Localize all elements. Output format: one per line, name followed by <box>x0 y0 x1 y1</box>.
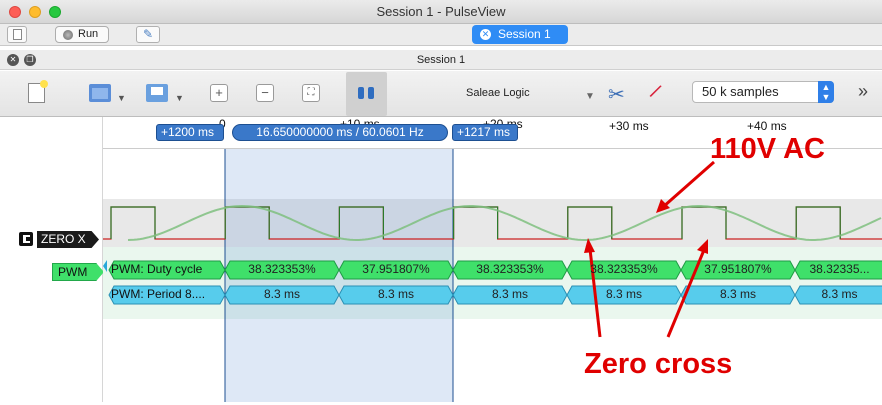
document-icon <box>13 29 22 40</box>
save-icon <box>151 87 163 95</box>
open-button[interactable] <box>89 84 111 102</box>
probe-icon[interactable]: / <box>647 81 663 104</box>
settings-button[interactable]: ✎ <box>136 26 160 43</box>
tick-label: +30 ms <box>609 119 649 133</box>
close-window-button[interactable] <box>9 6 21 18</box>
new-star-icon <box>40 80 48 88</box>
cursor-icon <box>358 87 364 99</box>
duty-cycle-value: 37.951807% <box>362 262 430 276</box>
channel-color-notch-cut <box>26 237 33 241</box>
waveform-area[interactable]: PWM: Duty cycle PWM: Period 8.... 38.323… <box>103 133 882 402</box>
main-toolbar: ▼ ▼ + − ⛶ Saleae Logic ▼ ✂ / 50 k sample… <box>0 71 882 117</box>
device-dropdown-icon[interactable]: ▼ <box>585 91 595 102</box>
zoom-out-button[interactable]: − <box>256 84 274 102</box>
ac-annotation: 110V AC <box>710 133 825 165</box>
duty-cycle-value: 37.951807% <box>704 262 772 276</box>
session-tab-label: Session 1 <box>498 27 551 41</box>
tools-icon: ✎ <box>142 27 154 41</box>
session-bar-title: Session 1 <box>416 54 466 66</box>
window-title: Session 1 - PulseView <box>376 4 506 19</box>
zero-x-lane <box>103 199 882 247</box>
cursor-right-flag[interactable]: +1217 ms <box>452 124 518 141</box>
overflow-menu-icon[interactable]: » <box>858 81 868 102</box>
top-toolbar: Run ✎ ✕ Session 1 <box>0 24 882 46</box>
zoom-in-button[interactable]: + <box>210 84 228 102</box>
device-label[interactable]: Saleae Logic <box>466 87 530 99</box>
duty-cycle-value: 38.323353% <box>248 262 316 276</box>
save-button[interactable] <box>146 84 168 102</box>
tick-label: +40 ms <box>747 119 787 133</box>
zero-cross-annotation: Zero cross <box>584 348 733 380</box>
channel-sidebar: ZERO X PWM <box>0 117 104 402</box>
zoom-window-button[interactable] <box>49 6 61 18</box>
period-value: 8.3 ms <box>377 287 414 301</box>
cursor-span-label[interactable]: 16.650000000 ms / 60.0601 Hz <box>232 124 448 141</box>
title-bar: Session 1 - PulseView <box>0 0 882 24</box>
zoom-fit-button[interactable]: ⛶ <box>302 84 320 102</box>
close-tab-icon[interactable]: ✕ <box>480 29 491 40</box>
period-value: 8.3 ms <box>719 287 756 301</box>
pwm-lane <box>103 247 882 319</box>
period-value: 8.3 ms <box>263 287 300 301</box>
open-dropdown-icon[interactable]: ▼ <box>117 93 126 103</box>
sample-count-stepper-icon[interactable]: ▲ ▼ <box>818 81 834 103</box>
empty-lane <box>103 319 882 402</box>
period-value: 8.3 ms <box>605 287 642 301</box>
channel-color-icon[interactable] <box>19 232 33 246</box>
duty-cycle-value: 38.32335... <box>809 262 870 276</box>
configure-device-icon[interactable]: ✂ <box>608 82 625 107</box>
new-view-button[interactable] <box>28 80 48 103</box>
zoom-in-icon: + <box>215 85 223 100</box>
period-row-label: PWM: Period 8.... <box>111 287 206 301</box>
session-tab[interactable]: ✕ Session 1 <box>472 25 568 44</box>
zero-x-channel-label[interactable]: ZERO X <box>37 231 99 248</box>
run-label: Run <box>78 28 99 40</box>
minimize-window-button[interactable] <box>29 6 41 18</box>
duty-cycle-value: 38.323353% <box>590 262 658 276</box>
period-value: 8.3 ms <box>821 287 858 301</box>
show-cursors-button[interactable] <box>346 72 387 116</box>
duty-cycle-value: 38.323353% <box>476 262 544 276</box>
cursor-icon-right <box>368 87 374 99</box>
run-status-icon <box>63 30 73 40</box>
sample-count-select[interactable]: 50 k samples ▲ ▼ <box>692 81 834 103</box>
folder-icon <box>92 88 108 99</box>
run-button[interactable]: Run <box>55 26 109 43</box>
new-session-button[interactable] <box>7 26 27 43</box>
float-session-icon[interactable]: ❐ <box>24 54 36 66</box>
period-value: 8.3 ms <box>491 287 528 301</box>
zoom-fit-icon: ⛶ <box>307 87 315 98</box>
zoom-out-icon: − <box>261 85 269 100</box>
save-dropdown-icon[interactable]: ▼ <box>175 93 184 103</box>
session-bar: ✕ ❐ Session 1 <box>0 50 882 70</box>
close-session-icon[interactable]: ✕ <box>7 54 19 66</box>
pwm-decoder-label[interactable]: PWM <box>52 263 104 281</box>
sample-count-value: 50 k samples <box>702 84 779 99</box>
cursor-left-flag[interactable]: +1200 ms <box>156 124 224 141</box>
duty-cycle-row-label: PWM: Duty cycle <box>111 262 203 276</box>
